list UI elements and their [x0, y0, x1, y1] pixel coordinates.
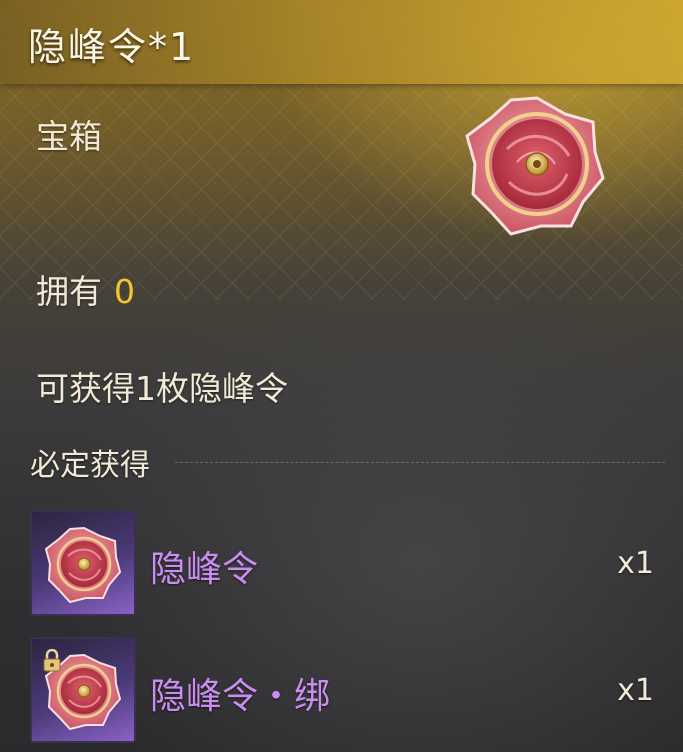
lock-icon [43, 649, 61, 672]
owned-row: 拥有 0 [36, 265, 135, 313]
title-bar: 隐峰令*1 [0, 0, 683, 84]
owned-label: 拥有 [36, 272, 102, 311]
owned-count: 0 [114, 272, 135, 311]
item-title: 隐峰令*1 [28, 25, 196, 69]
reward-name: 隐峰令 [150, 549, 259, 590]
section-divider [175, 462, 665, 463]
item-description: 可获得1枚隐峰令 [36, 369, 288, 408]
reward-item[interactable]: 隐峰令・绑 x1 [30, 637, 670, 745]
guaranteed-section-title: 必定获得 [30, 448, 150, 483]
reward-quantity: x1 [617, 673, 654, 708]
reward-item[interactable]: 隐峰令 x1 [30, 510, 670, 618]
item-tooltip-panel: 隐峰令*1 宝箱 拥有 0 可获得1枚隐峰令 必定获得 隐峰令 x1 隐峰令・绑… [0, 0, 683, 752]
reward-quantity: x1 [617, 546, 654, 581]
reward-name: 隐峰令・绑 [150, 676, 331, 717]
item-category: 宝箱 [36, 117, 102, 156]
reward-thumbnail[interactable] [30, 637, 136, 743]
red-flower-token-icon [455, 90, 615, 240]
reward-thumbnail[interactable] [30, 510, 136, 616]
red-flower-token-icon [44, 526, 122, 604]
